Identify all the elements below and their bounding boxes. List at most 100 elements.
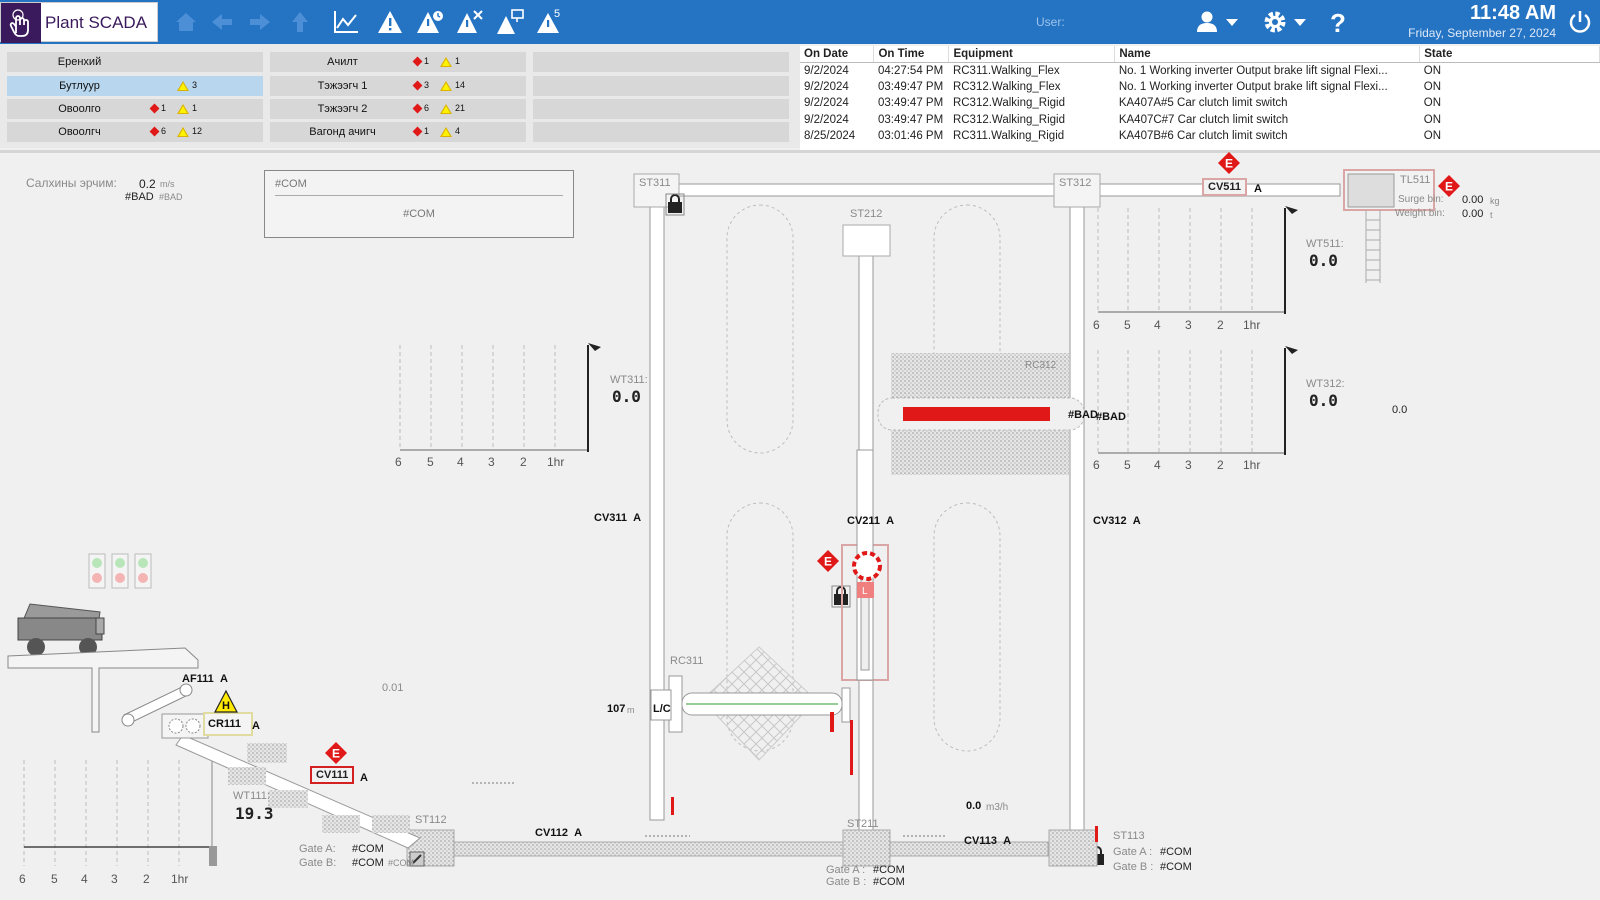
weigher-value-wt311: 0.0 xyxy=(612,387,641,406)
conveyor-label-af111[interactable]: AF111 A xyxy=(182,673,228,685)
trend-tick: 4 xyxy=(81,872,88,886)
rc311-position-unit: m xyxy=(627,705,635,715)
station-label-st112[interactable]: ST112 xyxy=(415,814,447,826)
tl511-loader xyxy=(1343,169,1435,283)
svg-text:E: E xyxy=(1445,180,1453,194)
gate-b-extra: #COM xyxy=(388,858,415,868)
wind-speed-bad-quality: #BAD xyxy=(125,191,154,203)
trend-tick: 5 xyxy=(1124,458,1131,472)
station-label-st311[interactable]: ST311 xyxy=(639,177,671,189)
trend-tick: 3 xyxy=(488,455,495,469)
gate-a-value-st211: #COM xyxy=(873,864,905,876)
station-label-st211[interactable]: ST211 xyxy=(847,818,879,830)
station-label-st312[interactable]: ST312 xyxy=(1059,177,1091,189)
trend-grid-wt111 xyxy=(23,760,217,866)
rc311-reclaimer xyxy=(650,646,851,815)
high-warning-icon[interactable]: H xyxy=(214,690,238,714)
com-header: #COM xyxy=(275,178,307,190)
trend-tick: 3 xyxy=(111,872,118,886)
conveyor-label-cv112[interactable]: CV112 A xyxy=(535,827,582,839)
weigher-label-wt511[interactable]: WT511: xyxy=(1306,238,1344,250)
stockpile-outline xyxy=(933,502,1001,752)
trend-tick: 1hr xyxy=(1243,318,1261,332)
conveyor-rail xyxy=(649,183,1055,197)
traffic-lights xyxy=(88,553,152,589)
tl511-label[interactable]: TL511 xyxy=(1400,174,1430,186)
equipment-alarm-icon[interactable]: E xyxy=(816,549,840,573)
trend-tick: 5 xyxy=(427,455,434,469)
trend-tick: 2 xyxy=(1217,458,1224,472)
trend-grid-wt311 xyxy=(399,343,601,452)
trend-tick: 5 xyxy=(51,872,58,886)
gate-a-label-st113: Gate A : xyxy=(1113,846,1153,858)
communication-status-box: #COM #COM xyxy=(264,170,574,238)
equipment-alarm-icon[interactable]: E xyxy=(1217,151,1241,175)
stockpile-outline xyxy=(726,204,794,454)
conveyor-tag-cv511[interactable]: CV511 xyxy=(1202,178,1248,196)
conveyor-name: CV111 xyxy=(316,769,349,781)
gate-b-value-st113: #COM xyxy=(1160,861,1192,873)
feeder-value: 0.01 xyxy=(382,682,404,694)
conveyor-label-cv311[interactable]: CV311 A xyxy=(594,512,641,524)
trend-grid-wt312 xyxy=(1097,346,1298,455)
equipment-alarm-icon[interactable]: E xyxy=(324,741,348,765)
svg-text:E: E xyxy=(824,555,832,569)
gate-a-label-st211: Gate A : xyxy=(826,864,866,876)
gate-b-label: Gate B: xyxy=(299,857,337,869)
crusher-state-cr111: A xyxy=(252,720,260,732)
gate-a-value-st113: #COM xyxy=(1160,846,1192,858)
conveyor-rail xyxy=(649,204,665,821)
trend-tick: 3 xyxy=(1185,458,1192,472)
surge-bin-label: Surge bin: xyxy=(1398,194,1444,205)
trend-tick: 6 xyxy=(19,872,26,886)
trend-grid-wt511 xyxy=(1097,206,1298,314)
conveyor-label-cv211[interactable]: CV211 A xyxy=(847,515,894,527)
svg-text:E: E xyxy=(332,747,340,761)
trend-tick: 6 xyxy=(395,455,402,469)
weigher-label-wt312[interactable]: WT312: xyxy=(1306,378,1345,390)
weight-bin-unit: t xyxy=(1490,210,1493,220)
dump-truck-icon xyxy=(17,603,105,656)
conveyor-name: CV511 xyxy=(1208,181,1242,193)
weigher-value-wt111: 19.3 xyxy=(235,804,274,823)
trend-tick: 1hr xyxy=(171,872,189,886)
weight-bin-value: 0.00 xyxy=(1462,208,1484,220)
weigher-label-wt111[interactable]: WT111: xyxy=(233,790,270,802)
trend-tick: 1hr xyxy=(547,455,565,469)
rc311-position-value: 107 xyxy=(607,703,626,715)
reclaimer-label-rc312[interactable]: RC312 xyxy=(1025,360,1056,371)
conveyor-rail xyxy=(1069,204,1085,836)
trend-tick: 4 xyxy=(1154,458,1161,472)
conveyor-state-cv111: A xyxy=(360,772,368,784)
wind-speed-label: Салхины эрчим: xyxy=(26,176,117,190)
trend-tick: 1hr xyxy=(1243,458,1261,472)
conveyor-label-cv312[interactable]: CV312 A xyxy=(1093,515,1141,527)
gate-b-value: #COM xyxy=(352,857,384,869)
rc312-bad-quality: #BAD xyxy=(1068,409,1098,421)
gate-b-value-st211: #COM xyxy=(873,876,905,888)
svg-text:H: H xyxy=(222,700,230,712)
wind-speed-value: 0.2 xyxy=(139,177,156,191)
conveyor-tag-cv111[interactable]: CV111 xyxy=(310,766,355,784)
conveyor-state-cv511: A xyxy=(1254,183,1262,195)
rc312-bad-quality-secondary: #BAD xyxy=(1096,411,1126,423)
conveyor-label-cv113[interactable]: CV113 A xyxy=(964,835,1011,847)
crusher-label-cr111[interactable]: CR111 xyxy=(208,718,241,730)
surge-bin-unit: kg xyxy=(1490,196,1500,206)
rc311-mode: L/C xyxy=(653,703,671,715)
plant-mimic-diagram xyxy=(7,169,1435,867)
station-box-st212 xyxy=(842,224,891,257)
surge-bin-value: 0.00 xyxy=(1462,194,1484,206)
weight-bin-label: Weight bin: xyxy=(1395,208,1445,219)
trend-tick: 2 xyxy=(143,872,150,886)
station-label-st212[interactable]: ST212 xyxy=(850,208,882,220)
wind-speed-unit: m/s xyxy=(160,179,175,189)
gate-a-label: Gate A: xyxy=(299,843,336,855)
trend-tick: 4 xyxy=(457,455,464,469)
station-label-st113[interactable]: ST113 xyxy=(1113,830,1145,842)
gate-a-value: #COM xyxy=(352,843,384,855)
reclaimer-label-rc311[interactable]: RC311 xyxy=(670,655,703,667)
weigher-label-wt311[interactable]: WT311: xyxy=(610,374,648,386)
com-divider xyxy=(275,195,563,196)
svg-text:E: E xyxy=(1225,157,1233,171)
